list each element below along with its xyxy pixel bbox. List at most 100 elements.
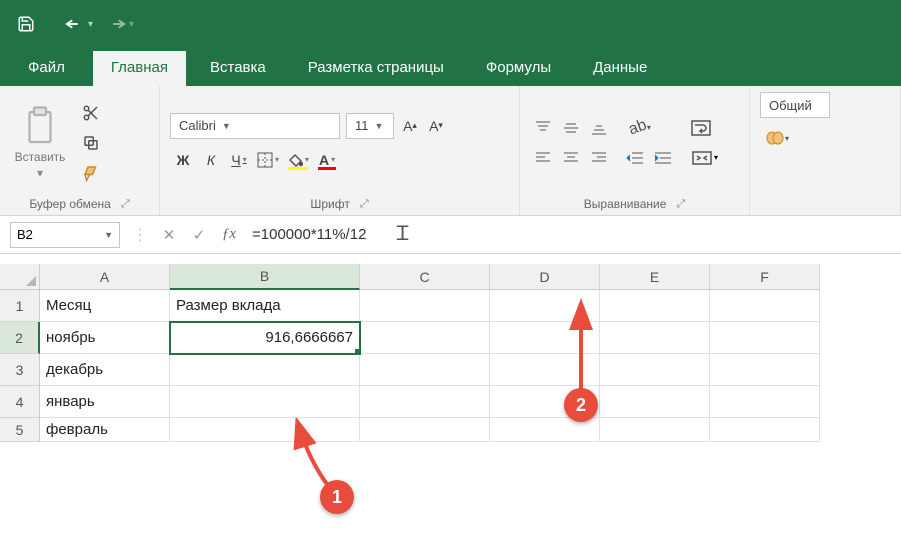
align-left-icon xyxy=(535,150,551,166)
increase-indent-button[interactable] xyxy=(650,146,676,170)
font-size-value: 11 xyxy=(355,118,369,133)
align-left-button[interactable] xyxy=(530,146,556,170)
dropdown-caret-icon: ▾ xyxy=(37,166,43,180)
cell-selected[interactable]: 916,6666667 xyxy=(170,322,360,354)
cell[interactable] xyxy=(600,354,710,386)
cell[interactable] xyxy=(170,354,360,386)
cell[interactable] xyxy=(360,354,490,386)
cell[interactable] xyxy=(710,322,820,354)
italic-button[interactable]: К xyxy=(198,147,224,173)
orientation-button[interactable]: ab▾ xyxy=(622,116,658,140)
row-header-4[interactable]: 4 xyxy=(0,386,40,418)
row-header-3[interactable]: 3 xyxy=(0,354,40,386)
clipboard-group-label: Буфер обмена xyxy=(29,197,111,211)
align-bottom-button[interactable] xyxy=(586,116,612,140)
font-name-combo[interactable]: Calibri▼ xyxy=(170,113,340,139)
col-header-E[interactable]: E xyxy=(600,264,710,290)
align-middle-icon xyxy=(563,120,579,136)
alignment-group-label: Выравнивание xyxy=(584,197,667,211)
font-name-value: Calibri xyxy=(179,118,216,133)
cell[interactable] xyxy=(710,386,820,418)
scissors-icon xyxy=(82,104,100,122)
ribbon-tabs: Файл Главная Вставка Разметка страницы Ф… xyxy=(0,48,901,86)
tab-formulas[interactable]: Формулы xyxy=(468,51,569,86)
name-box[interactable]: B2 ▼ xyxy=(10,222,120,248)
merge-button[interactable]: ▾ xyxy=(686,146,724,170)
save-button[interactable] xyxy=(12,10,40,38)
cell[interactable] xyxy=(710,418,820,442)
align-right-icon xyxy=(591,150,607,166)
border-button[interactable]: ▾ xyxy=(254,147,282,173)
tab-page-layout[interactable]: Разметка страницы xyxy=(290,51,462,86)
callout-arrow-2 xyxy=(566,298,596,398)
titlebar: ▾ ▾ xyxy=(0,0,901,48)
col-header-F[interactable]: F xyxy=(710,264,820,290)
fill-color-button[interactable]: ▾ xyxy=(284,147,312,173)
cut-button[interactable] xyxy=(76,101,106,125)
cell[interactable] xyxy=(710,290,820,322)
wrap-icon xyxy=(691,120,711,136)
cell[interactable]: Месяц xyxy=(40,290,170,322)
tab-insert[interactable]: Вставка xyxy=(192,51,284,86)
bold-button[interactable]: Ж xyxy=(170,147,196,173)
decrease-indent-button[interactable] xyxy=(622,146,648,170)
paintbrush-icon xyxy=(81,164,101,182)
paste-button[interactable]: Вставить ▾ xyxy=(10,102,70,184)
col-header-C[interactable]: C xyxy=(360,264,490,290)
font-size-combo[interactable]: 11▼ xyxy=(346,113,394,139)
redo-button[interactable]: ▾ xyxy=(101,16,138,32)
col-header-D[interactable]: D xyxy=(490,264,600,290)
cell[interactable] xyxy=(360,386,490,418)
copy-icon xyxy=(82,134,100,152)
cancel-formula-button[interactable]: ✕ xyxy=(154,226,184,244)
row-header-2[interactable]: 2 xyxy=(0,322,40,354)
format-painter-button[interactable] xyxy=(76,161,106,185)
formula-input[interactable]: =100000*11%/12 Ꮖ xyxy=(244,222,901,248)
cell[interactable] xyxy=(600,386,710,418)
ribbon: Вставить ▾ Буфер обмена ⤢ Calibri▼ 11▼ A▴… xyxy=(0,86,901,216)
col-header-B[interactable]: B xyxy=(170,264,360,290)
cell-reference: B2 xyxy=(17,227,33,242)
dialog-launcher-icon[interactable]: ⤢ xyxy=(121,198,130,211)
cell[interactable]: январь xyxy=(40,386,170,418)
cell[interactable] xyxy=(600,322,710,354)
undo-icon xyxy=(64,16,86,32)
enter-formula-button[interactable]: ✓ xyxy=(184,226,214,244)
align-center-button[interactable] xyxy=(558,146,584,170)
col-header-A[interactable]: A xyxy=(40,264,170,290)
tab-home[interactable]: Главная xyxy=(93,51,186,86)
cell[interactable] xyxy=(360,322,490,354)
cell[interactable] xyxy=(600,290,710,322)
cell[interactable]: декабрь xyxy=(40,354,170,386)
underline-button[interactable]: Ч▾ xyxy=(226,147,252,173)
bucket-icon xyxy=(287,153,303,167)
cell[interactable] xyxy=(360,290,490,322)
decrease-font-button[interactable]: A▾ xyxy=(426,114,446,138)
dialog-launcher-icon[interactable]: ⤢ xyxy=(676,198,685,211)
font-color-button[interactable]: А▾ xyxy=(314,147,340,173)
tab-file[interactable]: Файл xyxy=(18,51,87,86)
accounting-format-button[interactable]: ▾ xyxy=(760,126,794,150)
copy-button[interactable] xyxy=(76,131,106,155)
align-middle-button[interactable] xyxy=(558,116,584,140)
undo-button[interactable]: ▾ xyxy=(60,16,97,32)
cell[interactable]: февраль xyxy=(40,418,170,442)
number-format-combo[interactable]: Общий xyxy=(760,92,830,118)
align-top-button[interactable] xyxy=(530,116,556,140)
select-all-button[interactable] xyxy=(0,264,40,290)
cell[interactable]: Размер вклада xyxy=(170,290,360,322)
tab-data[interactable]: Данные xyxy=(575,51,665,86)
row-header-5[interactable]: 5 xyxy=(0,418,40,442)
cell[interactable] xyxy=(170,386,360,418)
dialog-launcher-icon[interactable]: ⤢ xyxy=(360,198,369,211)
cell[interactable] xyxy=(710,354,820,386)
cell[interactable] xyxy=(360,418,490,442)
wrap-text-button[interactable] xyxy=(686,116,716,140)
cell[interactable]: ноябрь xyxy=(40,322,170,354)
row-header-1[interactable]: 1 xyxy=(0,290,40,322)
cell[interactable] xyxy=(600,418,710,442)
number-format-value: Общий xyxy=(769,98,812,113)
align-right-button[interactable] xyxy=(586,146,612,170)
insert-function-button[interactable]: ƒx xyxy=(214,226,244,243)
increase-font-button[interactable]: A▴ xyxy=(400,114,420,138)
